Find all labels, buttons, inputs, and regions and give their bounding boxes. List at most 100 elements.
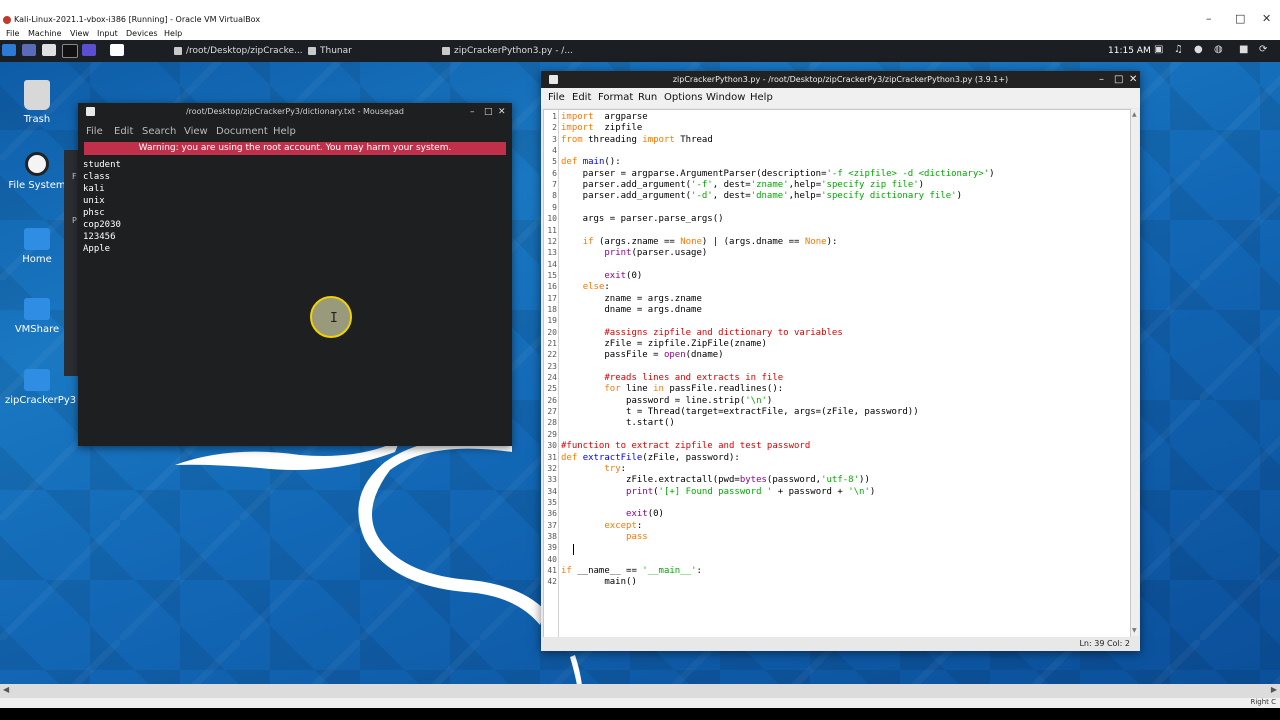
code-line: import argparse — [561, 112, 648, 122]
desktop-icon-label: VMShare — [14, 324, 60, 335]
menu-devices[interactable]: Devices — [126, 29, 158, 38]
menu-search[interactable]: Search — [142, 126, 176, 137]
desktop-icon-home[interactable]: Home — [5, 228, 69, 265]
code-token: in — [653, 384, 664, 395]
menu-view[interactable]: View — [184, 126, 208, 137]
desktop-icon-trash[interactable]: Trash — [5, 80, 69, 125]
line-number: 9 — [552, 202, 557, 212]
line-number: 4 — [552, 146, 557, 156]
menu-run[interactable]: Run — [638, 92, 657, 103]
code-token: '-f' — [691, 180, 713, 191]
idle-titlebar[interactable]: zipCrackerPython3.py - /root/Desktop/zip… — [541, 71, 1140, 88]
menu-machine[interactable]: Machine — [28, 29, 62, 38]
maximize-icon[interactable]: □ — [1114, 71, 1123, 88]
host-horizontal-scrollbar[interactable]: ◀ ▶ — [0, 684, 1280, 698]
menu-view[interactable]: View — [70, 29, 89, 38]
line-number: 21 — [547, 339, 557, 348]
code-token: bytes — [739, 475, 767, 486]
lock-icon[interactable]: ■ — [1239, 44, 1248, 55]
scroll-right-icon[interactable]: ▶ — [1271, 685, 1277, 694]
thunar-fragment-text: F — [72, 172, 77, 181]
minimize-icon[interactable]: – — [1206, 12, 1212, 25]
code-token: '[+] Found password ' — [658, 486, 773, 497]
text-cursor-icon: I — [330, 311, 338, 326]
line-number: 11 — [547, 225, 557, 235]
taskbar-item-idle[interactable]: zipCrackerPython3.py - /... — [440, 43, 573, 59]
close-icon[interactable]: ✕ — [1262, 12, 1271, 25]
mousepad-menubar: File Edit Search View Document Help — [78, 121, 512, 141]
line-number: 34 — [547, 486, 557, 496]
menu-options[interactable]: Options — [664, 92, 703, 103]
notification-icon[interactable]: ● — [1194, 44, 1203, 55]
code-token: #assigns zipfile and dictionary to varia… — [604, 327, 843, 338]
code-token: for — [604, 384, 621, 395]
terminal-icon[interactable] — [62, 44, 78, 58]
idle-status-bar: Ln: 39 Col: 2 — [541, 637, 1140, 651]
vertical-scrollbar[interactable]: ▲ ▼ — [1131, 109, 1139, 636]
close-icon[interactable]: ✕ — [1129, 71, 1137, 88]
mousepad-window[interactable]: /root/Desktop/zipCrackerPy3/dictionary.t… — [78, 103, 512, 446]
line-number: 37 — [547, 520, 557, 530]
kali-menu-icon[interactable] — [2, 44, 16, 56]
taskbar-item-mousepad[interactable]: /root/Desktop/zipCracke... — [172, 43, 303, 59]
taskbar-item-thunar[interactable]: Thunar — [306, 43, 352, 59]
idle-title: zipCrackerPython3.py - /root/Desktop/zip… — [672, 75, 1009, 84]
line-number: 42 — [547, 577, 557, 587]
scroll-left-icon[interactable]: ◀ — [3, 685, 9, 694]
line-number: 35 — [547, 497, 557, 507]
code-token: (parser.usage) — [631, 248, 708, 259]
desktop-icon-file-system[interactable]: File System — [5, 152, 69, 191]
maximize-icon[interactable]: □ — [1235, 12, 1245, 25]
line-number: 10 — [547, 214, 557, 224]
line-number: 2 — [552, 123, 557, 133]
menu-help[interactable]: Help — [750, 92, 773, 103]
code-line: else: — [561, 282, 610, 292]
mousepad-text-area[interactable]: student class kali unix phsc cop2030 123… — [83, 159, 121, 255]
close-icon[interactable]: ✕ — [498, 103, 506, 121]
browser-icon[interactable] — [82, 44, 96, 56]
idle-editor-window[interactable]: zipCrackerPython3.py - /root/Desktop/zip… — [541, 71, 1140, 651]
code-token: ) — [766, 395, 773, 406]
menu-input[interactable]: Input — [97, 29, 118, 38]
code-token: , dest= — [712, 180, 751, 191]
workspace-icon[interactable] — [22, 44, 36, 56]
line-number: 1 — [552, 112, 557, 121]
workspace-switcher-icon[interactable] — [110, 44, 124, 56]
code-token: except — [604, 520, 637, 531]
menu-window[interactable]: Window — [706, 92, 745, 103]
code-line: print(parser.usage) — [561, 248, 707, 258]
code-token: try — [604, 463, 621, 474]
menu-document[interactable]: Document — [216, 126, 268, 137]
desktop-icon-zipcrackerpy3[interactable]: zipCrackerPy3 — [5, 369, 76, 406]
display-icon[interactable]: ▣ — [1154, 44, 1163, 55]
menu-file[interactable]: File — [6, 29, 19, 38]
minimize-icon[interactable]: – — [470, 103, 475, 121]
scroll-up-icon[interactable]: ▲ — [1132, 111, 1137, 118]
menu-edit[interactable]: Edit — [114, 126, 133, 137]
file-manager-icon[interactable] — [42, 44, 56, 56]
menu-file[interactable]: File — [548, 92, 565, 103]
logout-icon[interactable]: ⟳ — [1259, 44, 1267, 55]
code-token: ) — [918, 180, 925, 191]
line-number: 19 — [547, 316, 557, 326]
code-token: ) | (args.dname == — [701, 236, 805, 247]
code-token: #function to extract zipfile and test pa… — [561, 441, 811, 452]
menu-file[interactable]: File — [86, 126, 103, 137]
menu-help[interactable]: Help — [273, 126, 296, 137]
panel-clock[interactable]: 11:15 AM — [1108, 43, 1151, 59]
power-icon[interactable]: ◍ — [1214, 44, 1223, 55]
menu-format[interactable]: Format — [598, 92, 633, 103]
menu-edit[interactable]: Edit — [572, 92, 591, 103]
line-number: 28 — [547, 418, 557, 428]
minimize-icon[interactable]: – — [1099, 71, 1104, 88]
maximize-icon[interactable]: □ — [484, 103, 493, 121]
code-token: extractFile — [582, 452, 643, 463]
scroll-down-icon[interactable]: ▼ — [1132, 627, 1137, 634]
menu-help[interactable]: Help — [164, 29, 182, 38]
volume-icon[interactable]: ♫ — [1174, 44, 1183, 55]
code-editor[interactable]: 1 2 3 4 5 6 7 8 9 10 11 12 13 14 15 16 17 18 19 20 21 22 23 24 2… — [543, 109, 1131, 638]
mousepad-titlebar[interactable]: /root/Desktop/zipCrackerPy3/dictionary.t… — [78, 103, 512, 121]
desktop-icon-vmshare[interactable]: VMShare — [5, 298, 69, 335]
